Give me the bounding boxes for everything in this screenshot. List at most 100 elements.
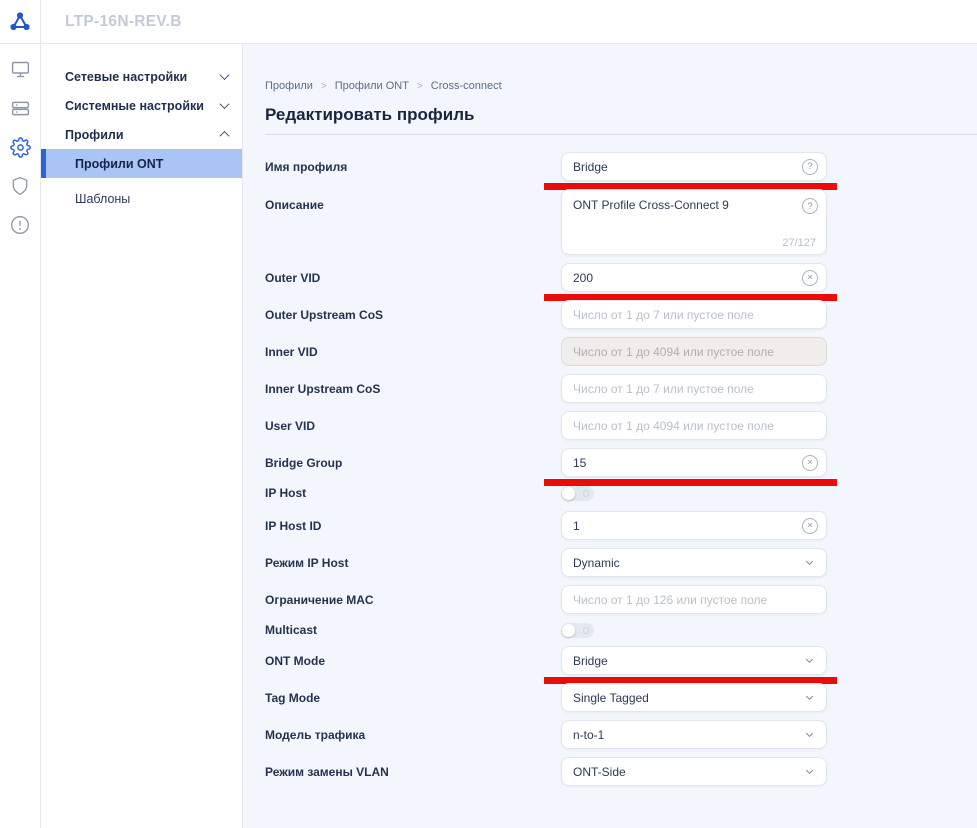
field-label: Multicast [265, 623, 561, 637]
help-icon[interactable]: ? [802, 198, 818, 214]
field-label: Ограничение MAC [265, 593, 561, 607]
ip-host-mode-select[interactable]: Dynamic [561, 548, 827, 577]
form-row-inner-upstream-cos: Inner Upstream CoS [265, 374, 977, 403]
sidebar-subitem-label: Шаблоны [75, 192, 130, 206]
breadcrumb-profiles[interactable]: Профили [265, 80, 313, 92]
form-row-ont-mode: ONT Mode Bridge [265, 646, 977, 675]
field-label: Bridge Group [265, 456, 561, 470]
outer-vid-input[interactable] [561, 263, 827, 292]
form-row-profile-name: Имя профиля ? [265, 152, 977, 181]
app-logo [0, 0, 41, 44]
monitoring-nav-button[interactable] [9, 58, 31, 80]
settings-nav-button[interactable] [9, 136, 31, 158]
sidebar-item-label: Системные настройки [65, 99, 204, 113]
form-row-inner-vid: Inner VID [265, 337, 977, 366]
chevron-down-icon [220, 70, 230, 80]
field-label: Режим замены VLAN [265, 765, 561, 779]
field-label: Outer VID [265, 271, 561, 285]
page-title: Редактировать профиль [265, 105, 977, 125]
chassis-nav-button[interactable] [9, 97, 31, 119]
chevron-down-icon [804, 557, 815, 568]
tag-mode-select[interactable]: Single Tagged [561, 683, 827, 712]
sidebar-item-templates[interactable]: Шаблоны [41, 184, 242, 213]
form-row-ip-host-mode: Режим IP Host Dynamic [265, 548, 977, 577]
sidebar-item-profiles[interactable]: Профили [41, 120, 242, 149]
sidebar-item-network-settings[interactable]: Сетевые настройки [41, 62, 242, 91]
inner-vid-input [561, 337, 827, 366]
ont-mode-select[interactable]: Bridge [561, 646, 827, 675]
breadcrumb-separator: > [417, 81, 423, 92]
chassis-icon [10, 98, 31, 119]
toggle-off-ring [583, 490, 590, 497]
form-row-outer-vid: Outer VID × [265, 263, 977, 292]
alert-circle-icon [10, 215, 30, 235]
field-label: Описание [265, 189, 561, 212]
form-row-outer-upstream-cos: Outer Upstream CoS [265, 300, 977, 329]
icon-rail [0, 44, 41, 828]
form-row-multicast: Multicast [265, 622, 977, 638]
description-value: ONT Profile Cross-Connect 9 [573, 198, 729, 212]
form-row-vlan-replace-mode: Режим замены VLAN ONT-Side [265, 757, 977, 786]
select-value: ONT-Side [573, 765, 626, 779]
clear-icon[interactable]: × [802, 270, 818, 286]
sidebar-item-label: Профили [65, 128, 124, 142]
form-row-ip-host-id: IP Host ID × [265, 511, 977, 540]
field-label: Inner VID [265, 345, 561, 359]
description-textarea[interactable]: ONT Profile Cross-Connect 9 27/127 [561, 189, 827, 255]
select-value: Bridge [573, 654, 608, 668]
inner-upstream-cos-input[interactable] [561, 374, 827, 403]
device-title: LTP-16N-REV.B [65, 0, 182, 44]
multicast-toggle[interactable] [561, 623, 594, 638]
field-label: IP Host [265, 486, 561, 500]
profile-name-input[interactable] [561, 152, 827, 181]
sidebar-item-label: Сетевые настройки [65, 70, 187, 84]
field-label: User VID [265, 419, 561, 433]
user-vid-input[interactable] [561, 411, 827, 440]
form-row-bridge-group: Bridge Group × [265, 448, 977, 477]
breadcrumb-current: Cross-connect [431, 80, 502, 92]
char-counter: 27/127 [782, 237, 816, 249]
chevron-down-icon [804, 729, 815, 740]
shield-icon [10, 176, 30, 196]
chevron-down-icon [804, 655, 815, 666]
field-label: Режим IP Host [265, 556, 561, 570]
help-icon[interactable]: ? [802, 159, 818, 175]
form-row-tag-mode: Tag Mode Single Tagged [265, 683, 977, 712]
vlan-replace-mode-select[interactable]: ONT-Side [561, 757, 827, 786]
traffic-model-select[interactable]: n-to-1 [561, 720, 827, 749]
clear-icon[interactable]: × [802, 518, 818, 534]
field-label: ONT Mode [265, 654, 561, 668]
field-label: Имя профиля [265, 160, 561, 174]
sidebar-item-ont-profiles[interactable]: Профили ONT [41, 149, 242, 178]
toggle-knob [562, 624, 575, 637]
bridge-group-input[interactable] [561, 448, 827, 477]
select-value: Single Tagged [573, 691, 649, 705]
mac-limit-input[interactable] [561, 585, 827, 614]
toggle-knob [562, 487, 575, 500]
title-divider [265, 134, 977, 135]
breadcrumb-separator: > [321, 81, 327, 92]
field-label: Модель трафика [265, 728, 561, 742]
breadcrumb-ont-profiles[interactable]: Профили ONT [335, 80, 409, 92]
chevron-down-icon [804, 692, 815, 703]
sidebar-subitem-label: Профили ONT [75, 157, 163, 171]
form-row-description: Описание ONT Profile Cross-Connect 9 27/… [265, 189, 977, 255]
select-value: n-to-1 [573, 728, 604, 742]
sidebar-item-system-settings[interactable]: Системные настройки [41, 91, 242, 120]
molecule-logo-icon [8, 10, 32, 34]
ip-host-id-input[interactable] [561, 511, 827, 540]
field-label: Inner Upstream CoS [265, 382, 561, 396]
outer-upstream-cos-input[interactable] [561, 300, 827, 329]
select-value: Dynamic [573, 556, 620, 570]
edit-profile-form: Имя профиля ? Описание ONT Profile Cross… [265, 152, 977, 786]
breadcrumb: Профили > Профили ONT > Cross-connect [265, 80, 977, 92]
monitor-icon [10, 59, 31, 80]
security-nav-button[interactable] [9, 175, 31, 197]
ip-host-toggle[interactable] [561, 486, 594, 501]
form-row-traffic-model: Модель трафика n-to-1 [265, 720, 977, 749]
alerts-nav-button[interactable] [9, 214, 31, 236]
content-area: Профили > Профили ONT > Cross-connect Ре… [243, 44, 977, 828]
clear-icon[interactable]: × [802, 455, 818, 471]
gear-icon [10, 137, 31, 158]
field-label: Tag Mode [265, 691, 561, 705]
